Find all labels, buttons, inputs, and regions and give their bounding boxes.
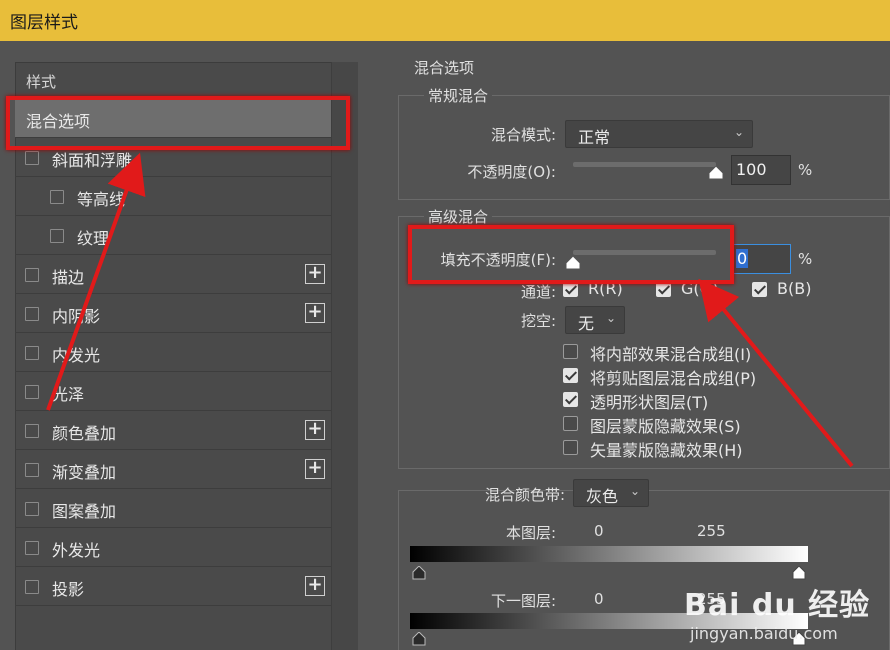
watermark-brand: Bai du 经验 [684,588,871,623]
annotation-arrows [46,152,854,468]
watermark-url: jingyan.baidu.com [690,624,838,643]
baidu-watermark: Bai du 经验 jingyan.baidu.com [684,580,870,643]
annotation-arrow-left [46,152,146,411]
annotation-arrow-right [698,278,854,468]
